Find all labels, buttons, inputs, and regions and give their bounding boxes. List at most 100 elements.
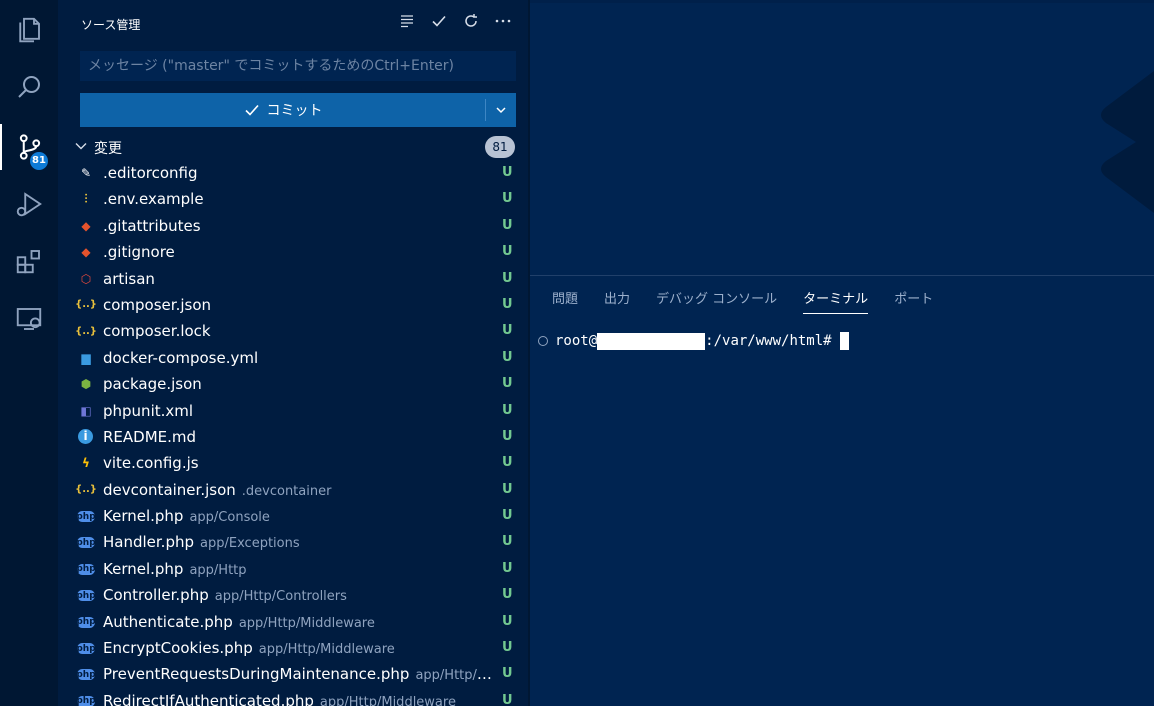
json-icon: {..}	[75, 484, 97, 496]
file-name: EncryptCookies.php	[103, 639, 253, 658]
file-path: app/Http	[189, 562, 247, 578]
extensions-icon[interactable]	[0, 238, 58, 284]
panel-tab[interactable]: ターミナル	[803, 288, 869, 314]
file-label: .editorconfig	[103, 164, 493, 182]
php-icon: php	[76, 695, 96, 706]
file-name: phpunit.xml	[103, 401, 194, 420]
file-row[interactable]: ⫶ .env.example U	[58, 186, 528, 212]
untracked-status: U	[502, 508, 513, 524]
file-name: composer.lock	[103, 322, 211, 341]
file-name: composer.json	[103, 295, 212, 314]
commit-button[interactable]: コミット	[80, 93, 485, 127]
file-name: package.json	[103, 375, 202, 394]
file-name: docker-compose.yml	[103, 348, 259, 367]
file-label: composer.lock	[103, 322, 493, 340]
file-row[interactable]: php RedirectIfAuthenticated.php app/Http/M…	[58, 688, 528, 706]
editorconfig-icon: ✎	[80, 166, 92, 180]
commit-dropdown-button[interactable]	[486, 93, 516, 127]
file-label: .env.example	[103, 190, 493, 208]
refresh-icon[interactable]	[462, 12, 480, 34]
nodejs-icon: ⬢	[80, 377, 92, 392]
file-name: Controller.php	[103, 586, 209, 605]
file-label: Kernel.php app/Console	[103, 507, 493, 525]
file-path: app/Http/Middleware	[258, 642, 395, 658]
terminal-prompt-user: root@	[555, 333, 598, 349]
file-row[interactable]: ✎ .editorconfig U	[58, 160, 528, 186]
file-row[interactable]: ◆ .gitignore U	[58, 239, 528, 265]
php-icon: php	[76, 511, 96, 523]
file-row[interactable]: php PreventRequestsDuringMaintenance.php a…	[58, 661, 528, 687]
changed-files-list: ✎ .editorconfig U ⫶ .env.example U ◆ .gitattrib…	[58, 160, 528, 706]
view-as-list-icon[interactable]	[398, 12, 416, 34]
panel-tab[interactable]: 出力	[604, 288, 630, 314]
file-row[interactable]: {..} composer.lock U	[58, 318, 528, 344]
untracked-status: U	[502, 349, 513, 365]
panel-tab[interactable]: デバッグ コンソール	[656, 288, 777, 314]
file-label: Controller.php app/Http/Controllers	[103, 586, 493, 604]
panel-tab[interactable]: ポート	[894, 288, 933, 314]
file-label: EncryptCookies.php app/Http/Middleware	[103, 639, 493, 657]
remote-explorer-icon[interactable]	[0, 296, 58, 342]
file-row[interactable]: i README.md U	[58, 424, 528, 450]
untracked-status: U	[502, 692, 513, 706]
file-label: composer.json	[103, 296, 493, 314]
untracked-status: U	[502, 402, 513, 418]
editor-area	[530, 0, 1154, 275]
source-control-icon[interactable]: 81	[0, 124, 58, 170]
activity-bar: 81	[0, 0, 58, 706]
file-row[interactable]: php Authenticate.php app/Http/Middleware U	[58, 609, 528, 635]
panel-tab[interactable]: 問題	[552, 288, 578, 314]
file-row[interactable]: ϟ vite.config.js U	[58, 450, 528, 476]
changes-section-header[interactable]: 変更 81	[58, 135, 528, 159]
run-debug-icon[interactable]	[0, 181, 58, 227]
file-row[interactable]: php Controller.php app/Http/Controllers U	[58, 582, 528, 608]
file-name: Handler.php	[103, 533, 195, 552]
untracked-status: U	[502, 534, 513, 550]
file-label: artisan	[103, 270, 493, 288]
commit-button-group: コミット	[80, 93, 516, 127]
more-actions-icon[interactable]	[494, 12, 512, 34]
file-row[interactable]: ⬡ artisan U	[58, 266, 528, 292]
source-control-sidebar: ソース管理 コミット 変更 81 ✎ .editorconfig U ⫶ .env.ex…	[58, 0, 528, 706]
file-label: RedirectIfAuthenticated.php app/Http/Midd…	[103, 692, 493, 706]
file-row[interactable]: ▆ docker-compose.yml U	[58, 345, 528, 371]
commit-check-icon[interactable]	[430, 12, 448, 34]
untracked-status: U	[502, 376, 513, 392]
php-icon: php	[76, 590, 96, 602]
terminal-cursor	[839, 332, 849, 350]
file-row[interactable]: ◧ phpunit.xml U	[58, 398, 528, 424]
php-icon: php	[76, 643, 96, 655]
file-path: app/Console	[189, 510, 270, 526]
file-path: app/Exceptions	[200, 536, 300, 552]
file-name: vite.config.js	[103, 454, 199, 473]
file-name: artisan	[103, 269, 155, 288]
file-row[interactable]: php Handler.php app/Exceptions U	[58, 529, 528, 555]
file-row[interactable]: ⬢ package.json U	[58, 371, 528, 397]
terminal-line[interactable]: root@ :/var/www/html#	[538, 332, 849, 350]
file-row[interactable]: php EncryptCookies.php app/Http/Middleware…	[58, 635, 528, 661]
files-icon[interactable]	[0, 7, 58, 53]
git-icon: ◆	[81, 245, 91, 260]
file-row[interactable]: php Kernel.php app/Console U	[58, 503, 528, 529]
file-label: docker-compose.yml	[103, 349, 493, 367]
untracked-status: U	[502, 323, 513, 339]
search-icon[interactable]	[0, 64, 58, 110]
source-control-badge: 81	[30, 152, 48, 170]
file-label: Kernel.php app/Http	[103, 560, 493, 578]
file-name: Kernel.php	[103, 559, 184, 578]
file-row[interactable]: {..} composer.json U	[58, 292, 528, 318]
file-label: vite.config.js	[103, 454, 493, 472]
untracked-status: U	[502, 455, 513, 471]
chevron-down-icon	[75, 143, 87, 150]
untracked-status: U	[502, 666, 513, 682]
file-row[interactable]: php Kernel.php app/Http U	[58, 556, 528, 582]
file-row[interactable]: {..} devcontainer.json .devcontainer U	[58, 477, 528, 503]
sidebar-actions	[398, 12, 512, 34]
untracked-status: U	[502, 613, 513, 629]
file-row[interactable]: ◆ .gitattributes U	[58, 213, 528, 239]
untracked-status: U	[502, 165, 513, 180]
bottom-panel: 問題 出力 デバッグ コンソール ターミナル ポート root@ :/var/www/h…	[530, 275, 1154, 706]
phpunit-icon: ◧	[80, 403, 92, 418]
file-name: devcontainer.json	[103, 480, 236, 499]
commit-message-input[interactable]	[80, 51, 516, 81]
